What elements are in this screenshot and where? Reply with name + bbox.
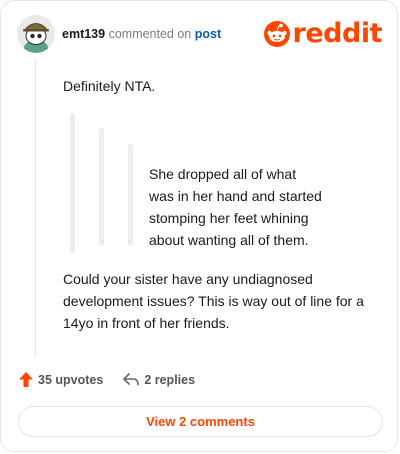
- reddit-wordmark: reddit: [292, 18, 383, 49]
- comment-paragraph-1: Definitely NTA.: [63, 78, 156, 94]
- paragraph-line: 14yo in front of her friends.: [63, 315, 230, 331]
- reply-count: 2 replies: [144, 372, 196, 387]
- thread-line[interactable]: [35, 59, 36, 357]
- reddit-snoo-icon: [263, 21, 290, 47]
- quote-line: stomping her feet whining: [149, 210, 309, 226]
- quote-bar: [128, 144, 133, 245]
- comment-paragraph-2: Could your sister have any undiagnosed d…: [63, 268, 393, 334]
- username[interactable]: emt139: [62, 27, 105, 41]
- quote-bar: [70, 113, 75, 253]
- view-comments-label: View 2 comments: [146, 414, 255, 429]
- reply-arrow-icon: [123, 373, 140, 386]
- quote-bar: [99, 128, 104, 245]
- comment-card: emt139 commented on post reddit Definite…: [0, 0, 398, 452]
- quote-line: She dropped all of what: [149, 166, 297, 182]
- upvote-button[interactable]: 35 upvotes: [19, 372, 103, 387]
- avatar[interactable]: [17, 15, 55, 53]
- avatar-image: [17, 15, 55, 53]
- upvote-arrow-icon: [19, 372, 33, 387]
- replies-button[interactable]: 2 replies: [123, 373, 195, 387]
- quote-line: about wanting all of them.: [149, 232, 309, 248]
- commented-on-text: commented on: [108, 27, 192, 41]
- paragraph-line: development issues? This is way out of l…: [63, 293, 364, 309]
- post-link[interactable]: post: [195, 27, 221, 41]
- view-comments-button[interactable]: View 2 comments: [18, 406, 383, 437]
- upvote-count: 35 upvotes: [38, 372, 104, 387]
- reddit-logo[interactable]: reddit: [263, 18, 383, 49]
- comment-actions: 35 upvotes 2 replies: [19, 372, 195, 387]
- comment-header: emt139 commented on post: [62, 27, 221, 41]
- blockquote: She dropped all of what was in her hand …: [149, 163, 349, 251]
- quote-line: was in her hand and started: [149, 188, 322, 204]
- paragraph-line: Could your sister have any undiagnosed: [63, 271, 313, 287]
